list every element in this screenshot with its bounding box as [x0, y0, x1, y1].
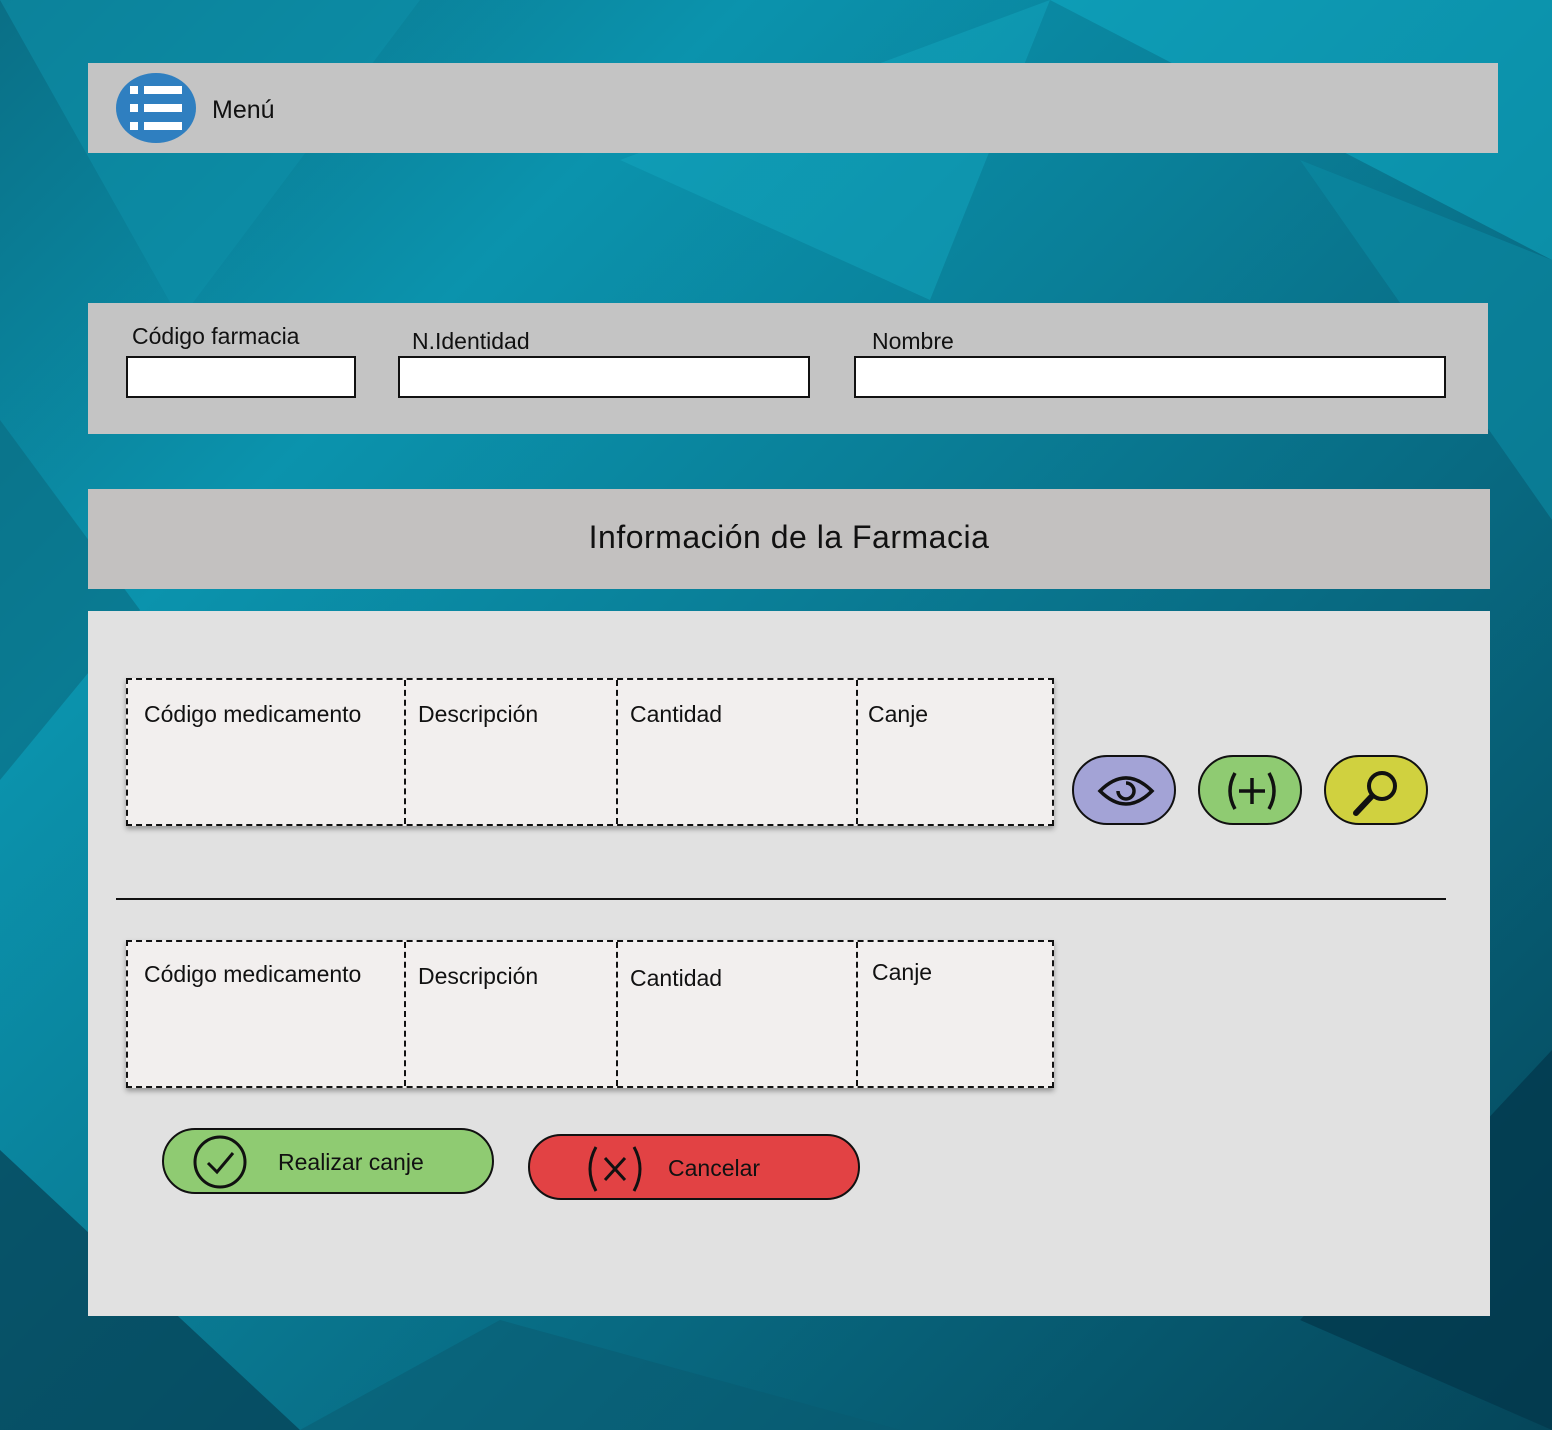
pharmacy-code-input[interactable] — [126, 356, 356, 398]
view-button[interactable] — [1072, 755, 1176, 825]
menu-label[interactable]: Menú — [212, 96, 275, 125]
menu-button[interactable] — [116, 73, 196, 143]
pharmacy-code-label: Código farmacia — [132, 323, 300, 349]
search-button[interactable] — [1324, 755, 1428, 825]
table-column: Canje — [858, 680, 1052, 824]
table-column: Canje — [858, 942, 1052, 1086]
column-header-code: Código medicamento — [144, 701, 362, 727]
cancel-label: Cancelar — [668, 1155, 761, 1181]
column-header-exchange: Canje — [872, 959, 933, 985]
section-title: Información de la Farmacia — [588, 519, 990, 555]
id-number-input[interactable] — [398, 356, 810, 398]
confirm-exchange-label: Realizar canje — [278, 1149, 424, 1175]
identity-panel: Código farmacia N.Identidad Nombre — [88, 303, 1488, 434]
column-header-exchange: Canje — [868, 701, 929, 727]
search-icon — [1353, 771, 1397, 816]
table-column: Código medicamento — [128, 942, 406, 1086]
divider — [116, 898, 1446, 900]
confirm-exchange-button[interactable]: Realizar canje — [162, 1128, 494, 1194]
table-column: Cantidad — [618, 942, 858, 1086]
cancel-button[interactable]: Cancelar — [528, 1134, 860, 1200]
medication-table: Código medicamento Descripción Cantidad … — [126, 678, 1054, 826]
menu-bar: Menú — [88, 63, 1498, 153]
name-label: Nombre — [872, 328, 954, 354]
column-header-description: Descripción — [418, 701, 539, 727]
list-icon — [130, 86, 182, 130]
section-header: Información de la Farmacia — [88, 489, 1490, 589]
table-column: Cantidad — [618, 680, 858, 824]
selected-medication-table: Código medicamento Descripción Cantidad … — [126, 940, 1054, 1088]
table-column: Código medicamento — [128, 680, 406, 824]
close-icon — [588, 1146, 642, 1192]
table-column: Descripción — [406, 680, 618, 824]
check-circle-icon — [193, 1135, 247, 1189]
column-header-quantity: Cantidad — [630, 965, 723, 991]
column-header-code: Código medicamento — [144, 961, 362, 987]
main-panel: Código medicamento Descripción Cantidad … — [88, 611, 1490, 1316]
name-input[interactable] — [854, 356, 1446, 398]
plus-icon — [1228, 772, 1276, 810]
eye-icon — [1097, 776, 1155, 806]
add-button[interactable] — [1198, 755, 1302, 825]
column-header-description: Descripción — [418, 963, 539, 989]
column-header-quantity: Cantidad — [630, 701, 723, 727]
table-column: Descripción — [406, 942, 618, 1086]
id-number-label: N.Identidad — [412, 328, 530, 354]
